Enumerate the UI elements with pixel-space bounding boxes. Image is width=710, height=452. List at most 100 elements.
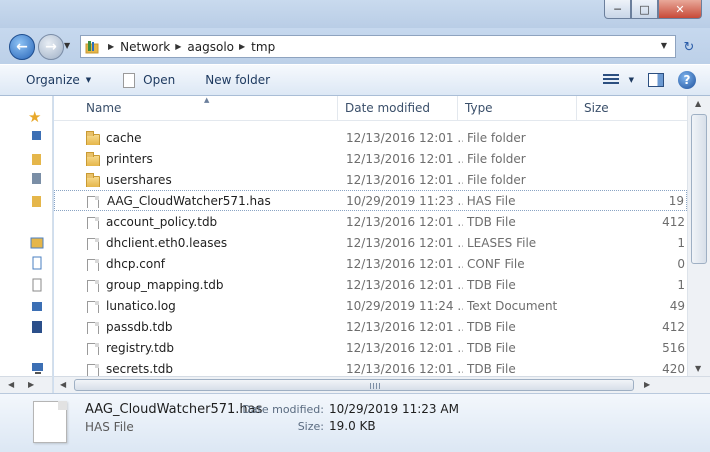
file-size: 1 [677, 235, 685, 250]
file-date: 12/13/2016 12:01 ... [346, 319, 463, 334]
breadcrumb-tmp[interactable]: tmp [251, 40, 275, 54]
folder-icon[interactable] [30, 152, 46, 166]
file-type: TDB File [467, 319, 516, 334]
address-dropdown[interactable]: ▼ [661, 41, 667, 50]
close-button[interactable]: ✕ [658, 0, 702, 19]
table-row[interactable]: registry.tdb 12/13/2016 12:01 ... TDB Fi… [54, 337, 687, 358]
file-name: dhclient.eth0.leases [106, 235, 228, 250]
vertical-scroll-thumb[interactable] [691, 114, 707, 264]
breadcrumb-separator[interactable]: ▶ [175, 42, 181, 51]
recent-places-icon[interactable] [30, 172, 46, 186]
file-type: LEASES File [467, 235, 537, 250]
navigation-pane-scrollbar[interactable]: ◀ ▶ [0, 376, 52, 393]
preview-pane-icon[interactable] [648, 73, 664, 87]
file-size: 412 [662, 319, 685, 334]
table-row[interactable]: passdb.tdb 12/13/2016 12:01 ... TDB File… [54, 316, 687, 337]
file-list: ▲ Name Date modified Type Size cache 12/… [54, 96, 710, 393]
folder-icon[interactable] [30, 194, 46, 208]
new-folder-label: New folder [205, 73, 271, 87]
table-row-selected[interactable]: AAG_CloudWatcher571.has 10/29/2019 11:23… [54, 190, 687, 211]
table-row[interactable]: usershares 12/13/2016 12:01 ... File fol… [54, 169, 687, 190]
maximize-button[interactable]: □ [631, 0, 658, 19]
open-button[interactable]: Open [101, 65, 185, 95]
details-size-label: Size: [297, 420, 324, 433]
file-type: File folder [467, 151, 526, 166]
table-row[interactable]: account_policy.tdb 12/13/2016 12:01 ... … [54, 211, 687, 232]
scroll-left-icon[interactable]: ◀ [60, 380, 66, 389]
file-size: 420 [662, 361, 685, 376]
help-icon[interactable]: ? [678, 71, 696, 89]
horizontal-scroll-thumb[interactable] [74, 379, 634, 391]
scroll-up-icon[interactable]: ▲ [695, 99, 701, 108]
file-date: 12/13/2016 12:01 ... [346, 256, 463, 271]
close-icon: ✕ [675, 2, 685, 16]
file-icon [87, 237, 99, 250]
column-header-date[interactable]: Date modified [338, 96, 458, 120]
file-icon [87, 279, 99, 292]
arrow-left-icon: ← [16, 39, 28, 55]
table-row[interactable]: group_mapping.tdb 12/13/2016 12:01 ... T… [54, 274, 687, 295]
view-options-icon[interactable] [602, 74, 619, 86]
details-size-value: 19.0 KB [329, 419, 376, 433]
organize-button[interactable]: Organize ▼ [0, 65, 101, 95]
file-type: TDB File [467, 361, 516, 376]
file-date: 12/13/2016 12:01 ... [346, 235, 463, 250]
breadcrumb-aagsolo[interactable]: aagsolo [187, 40, 234, 54]
file-name: dhcp.conf [106, 256, 166, 271]
file-type: TDB File [467, 277, 516, 292]
videos-icon[interactable] [30, 320, 46, 334]
chevron-down-icon[interactable]: ▼ [629, 76, 634, 84]
maximize-icon: □ [639, 2, 650, 16]
file-icon [87, 363, 99, 376]
file-name: secrets.tdb [106, 361, 173, 376]
back-button[interactable]: ← [9, 34, 35, 60]
table-row[interactable]: dhcp.conf 12/13/2016 12:01 ... CONF File… [54, 253, 687, 274]
file-date: 10/29/2019 11:24 ... [346, 298, 463, 313]
refresh-icon: ↻ [683, 40, 695, 55]
file-size: 49 [669, 298, 685, 313]
file-name: passdb.tdb [106, 319, 173, 334]
column-header-size[interactable]: Size [577, 96, 687, 120]
table-row[interactable]: dhclient.eth0.leases 12/13/2016 12:01 ..… [54, 232, 687, 253]
file-type: CONF File [467, 256, 525, 271]
file-type: Text Document [467, 298, 558, 313]
scroll-grip [370, 383, 380, 389]
minimize-button[interactable]: ─ [604, 0, 631, 19]
organize-label: Organize [26, 73, 80, 87]
column-header-name[interactable]: Name [54, 96, 338, 120]
pictures-icon[interactable] [30, 300, 46, 314]
file-name: registry.tdb [106, 340, 175, 355]
computer-icon[interactable] [30, 362, 46, 376]
favorites-star-icon[interactable]: ★ [28, 108, 44, 126]
file-type: TDB File [467, 214, 516, 229]
file-name: cache [106, 130, 142, 145]
libraries-icon[interactable] [30, 236, 46, 250]
scroll-right-icon[interactable]: ▶ [644, 380, 650, 389]
new-folder-button[interactable]: New folder [185, 65, 280, 95]
document-icon [123, 72, 136, 88]
column-headers: ▲ Name Date modified Type Size [54, 96, 687, 121]
breadcrumb-separator[interactable]: ▶ [239, 42, 245, 51]
documents-icon[interactable] [30, 256, 46, 270]
breadcrumb-network[interactable]: Network [120, 40, 170, 54]
address-bar[interactable]: ▶ Network ▶ aagsolo ▶ tmp ▼ [80, 35, 676, 58]
breadcrumb-separator[interactable]: ▶ [108, 42, 114, 51]
recent-pages-dropdown[interactable]: ▼ [64, 41, 70, 50]
music-icon[interactable] [30, 278, 46, 292]
scroll-down-icon[interactable]: ▼ [695, 364, 701, 373]
table-row[interactable]: cache 12/13/2016 12:01 ... File folder [54, 127, 687, 148]
vertical-scrollbar[interactable]: ▲ ▼ [687, 96, 710, 376]
scroll-right-icon[interactable]: ▶ [28, 380, 34, 389]
details-date-label: Date modified: [242, 403, 324, 416]
file-icon [87, 321, 99, 334]
forward-button[interactable]: → [38, 34, 64, 60]
column-header-type[interactable]: Type [458, 96, 577, 120]
desktop-icon[interactable] [30, 130, 46, 144]
table-row[interactable]: printers 12/13/2016 12:01 ... File folde… [54, 148, 687, 169]
scroll-left-icon[interactable]: ◀ [8, 380, 14, 389]
horizontal-scrollbar[interactable]: ◀ ▶ [54, 376, 710, 393]
refresh-button[interactable]: ↻ [678, 37, 700, 58]
file-date: 10/29/2019 11:23 ... [346, 193, 463, 208]
chevron-down-icon: ▼ [85, 76, 92, 84]
table-row[interactable]: lunatico.log 10/29/2019 11:24 ... Text D… [54, 295, 687, 316]
